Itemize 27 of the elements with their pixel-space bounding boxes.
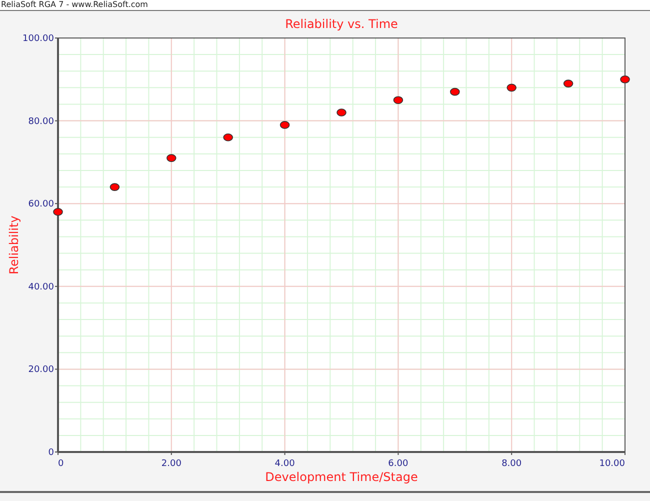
tick-label: 0 (58, 459, 64, 469)
x-axis-title: Development Time/Stage (265, 470, 418, 484)
tick-label: 20.00 (28, 365, 54, 376)
y-axis-title: Reliability (7, 216, 21, 274)
tick-label: 60.00 (28, 200, 54, 210)
data-point (336, 108, 346, 116)
tick-label: 0 (48, 448, 54, 458)
data-point (393, 96, 404, 104)
tick-label: 100.00 (22, 34, 54, 44)
tick-label: 4.00 (274, 459, 295, 469)
data-point (450, 88, 460, 96)
data-point (166, 154, 176, 162)
tick-label: 8.00 (502, 459, 522, 469)
tick-label: 10.00 (599, 459, 625, 469)
data-point (506, 84, 516, 92)
data-point (53, 208, 63, 216)
window-title: ReliaSoft RGA 7 - www.ReliaSoft.com (0, 0, 650, 11)
tick-label: 6.00 (388, 459, 408, 469)
tick-label: 2.00 (161, 459, 182, 469)
data-point (620, 76, 630, 84)
tick-label: 80.00 (28, 116, 54, 127)
data-point (280, 121, 290, 129)
data-point (110, 183, 120, 191)
chart-title: Reliability vs. Time (285, 17, 398, 31)
tick-label: 40.00 (28, 282, 54, 292)
data-point (563, 80, 574, 88)
data-point (223, 133, 233, 142)
